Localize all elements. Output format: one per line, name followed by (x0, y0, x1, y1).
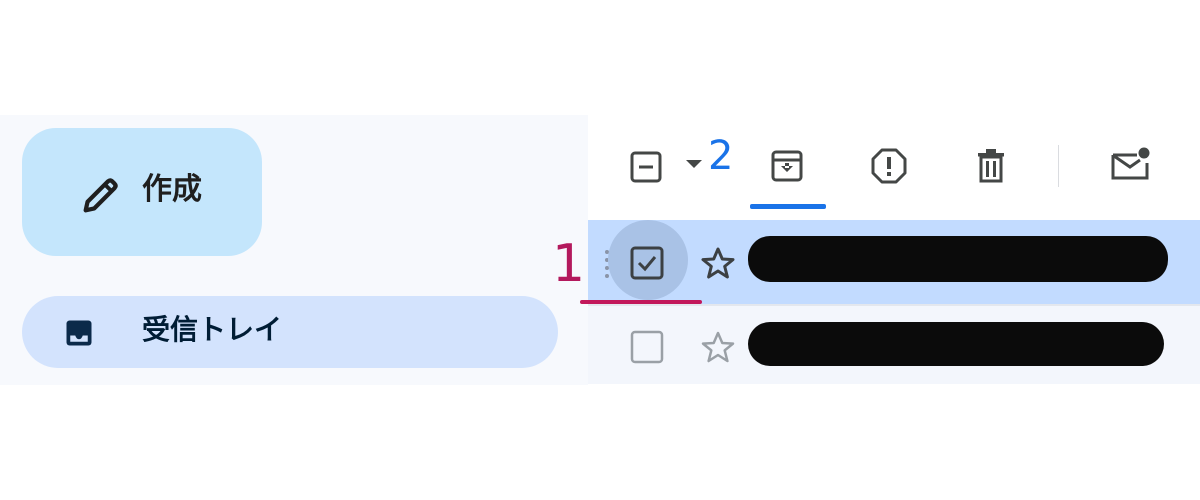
annotation-marker-2: 2 (708, 133, 734, 179)
inbox-icon (66, 320, 92, 346)
star-icon[interactable] (700, 246, 736, 282)
pencil-icon (83, 178, 118, 213)
email-row[interactable] (588, 306, 1200, 384)
redacted-email-content (748, 322, 1164, 366)
toolbar-divider (1058, 145, 1059, 187)
delete-icon[interactable] (976, 148, 1006, 184)
select-partial-checkbox-icon[interactable] (630, 151, 662, 183)
redacted-email-content (748, 236, 1168, 282)
annotation-underline-2 (750, 204, 826, 209)
star-icon[interactable] (700, 330, 736, 366)
annotation-underline-1 (580, 300, 702, 304)
mark-unread-icon[interactable] (1110, 146, 1152, 182)
select-dropdown-arrow-icon[interactable] (684, 158, 704, 170)
report-spam-icon[interactable] (871, 148, 907, 184)
sidebar-item-label: 受信トレイ (142, 313, 283, 346)
archive-icon[interactable] (770, 149, 804, 183)
unchecked-checkbox-icon[interactable] (630, 330, 664, 364)
compose-label: 作成 (142, 172, 202, 207)
checked-checkbox-icon[interactable] (630, 246, 664, 280)
email-row-selected[interactable] (588, 220, 1200, 304)
annotation-marker-1: 1 (552, 234, 586, 294)
sidebar-item-inbox[interactable] (22, 296, 558, 368)
